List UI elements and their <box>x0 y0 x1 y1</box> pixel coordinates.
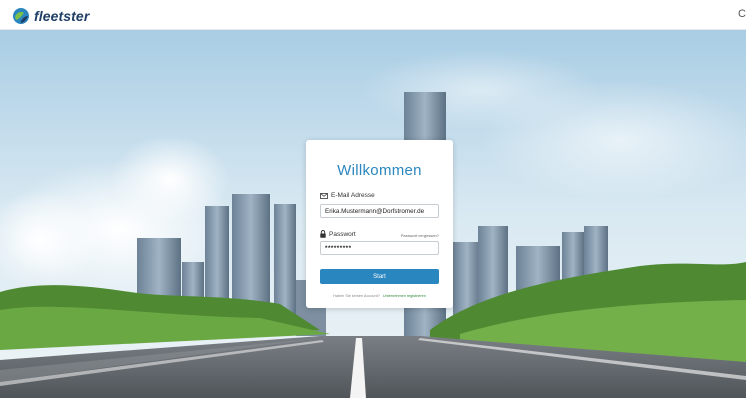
page: fleetster C Willkommen E-Mail Adresse Er… <box>0 0 746 398</box>
login-title: Willkommen <box>337 162 422 179</box>
logo-text: fleetster <box>34 8 90 24</box>
register-prompt: Haben Sie keinen Account? <box>333 294 380 298</box>
password-field[interactable] <box>320 241 439 255</box>
envelope-icon <box>320 192 328 199</box>
lock-icon <box>320 230 326 238</box>
topbar-right-glyph[interactable]: C <box>738 8 746 20</box>
email-label-text: E-Mail Adresse <box>331 192 375 199</box>
logo[interactable]: fleetster <box>12 7 89 25</box>
email-label: E-Mail Adresse <box>320 192 375 199</box>
fleetster-logo-icon <box>13 8 29 24</box>
top-bar: fleetster C <box>0 0 746 30</box>
register-company-link[interactable]: Unternehmen registrieren <box>383 294 426 298</box>
email-field[interactable] <box>320 204 439 218</box>
forgot-password-link[interactable]: Passwort vergessen? <box>401 233 439 238</box>
login-card: Willkommen E-Mail Adresse Passwort Passw… <box>306 140 453 308</box>
password-label: Passwort <box>320 230 356 238</box>
start-button[interactable]: Start <box>320 269 439 284</box>
password-label-text: Passwort <box>329 230 356 238</box>
register-row: Haben Sie keinen Account? Unternehmen re… <box>306 294 453 298</box>
